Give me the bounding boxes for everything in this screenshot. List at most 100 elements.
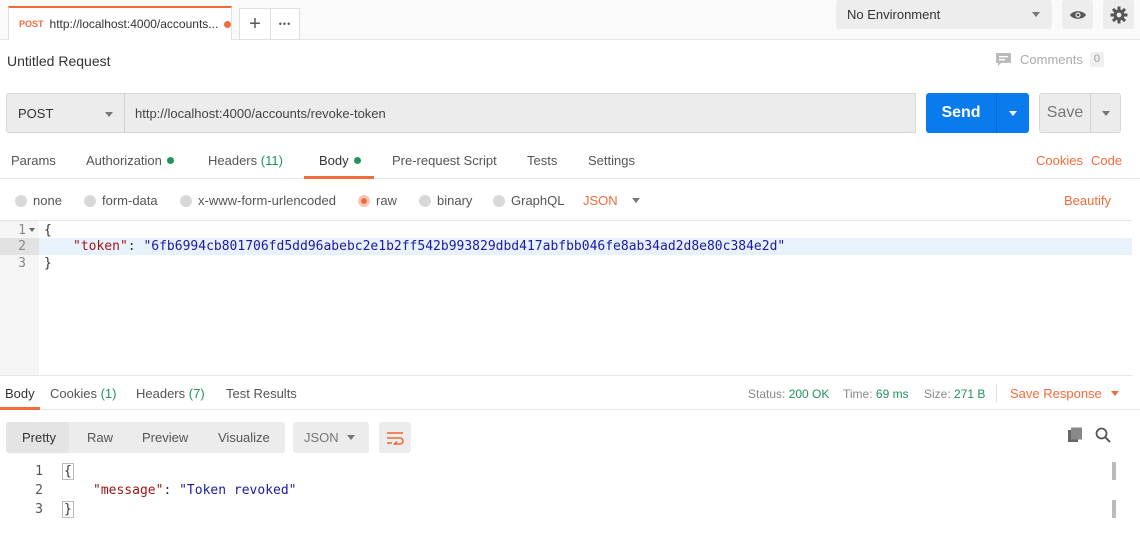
response-tab-cookies[interactable]: Cookies (1): [50, 386, 116, 401]
new-tab-button[interactable]: +: [239, 8, 271, 40]
json-key: "message": [93, 483, 164, 498]
scrollbar-thumb[interactable]: [1112, 500, 1116, 518]
radio-raw-label: raw: [376, 193, 397, 208]
search-button[interactable]: [1095, 427, 1111, 446]
url-value: http://localhost:4000/accounts/revoke-to…: [135, 105, 386, 121]
tab-tests[interactable]: Tests: [527, 153, 557, 168]
line-number: 3: [35, 502, 43, 517]
plus-icon: +: [249, 12, 261, 35]
wrap-lines-button[interactable]: [379, 422, 411, 453]
tab-prerequest-script[interactable]: Pre-request Script: [392, 153, 497, 168]
response-view-mode: Pretty Raw Preview Visualize: [6, 422, 285, 453]
tab-body[interactable]: Body: [319, 153, 361, 168]
comments-button[interactable]: Comments 0: [995, 52, 1104, 67]
send-options-chevron-icon[interactable]: [1009, 110, 1017, 116]
code-text: {: [44, 223, 52, 238]
comment-icon: [996, 53, 1011, 66]
matched-brace: {: [62, 463, 74, 480]
editor-line: 3 }: [0, 255, 1132, 272]
json-value: "6fb6994cb801706fd5dd96abebc2e1b2ff542b9…: [143, 239, 786, 254]
scrollbar-thumb[interactable]: [1112, 462, 1116, 480]
send-label: Send: [941, 104, 981, 121]
radio-graphql-label: GraphQL: [511, 193, 565, 208]
radio-urlencoded-label: x-www-form-urlencoded: [198, 193, 336, 208]
active-response-tab-indicator: [0, 407, 40, 410]
tab-params[interactable]: Params: [11, 153, 56, 168]
response-tab-headers[interactable]: Headers (7): [136, 386, 205, 401]
response-tab-headers-count: (7): [188, 386, 205, 401]
unsaved-dot-icon: [224, 20, 231, 28]
status-value: 200 OK: [788, 387, 830, 401]
json-colon: :: [127, 239, 144, 254]
line-number: 2: [35, 483, 43, 498]
view-preview[interactable]: Preview: [142, 430, 188, 445]
code-text: "message": "Token revoked": [93, 481, 297, 500]
radio-raw[interactable]: raw: [358, 193, 397, 208]
environment-quick-look-button[interactable]: [1062, 0, 1093, 29]
response-tab-body[interactable]: Body: [5, 386, 35, 401]
beautify-link[interactable]: Beautify: [1064, 193, 1111, 208]
fold-arrow-icon[interactable]: [29, 228, 35, 232]
radio-form-data-label: form-data: [102, 193, 158, 208]
more-tabs-button[interactable]: •••: [270, 8, 300, 40]
line-number: 1: [18, 223, 26, 238]
save-button[interactable]: Save: [1039, 93, 1121, 133]
radio-binary[interactable]: binary: [419, 193, 472, 208]
cookies-link[interactable]: Cookies: [1036, 153, 1083, 168]
response-tab-cookies-label: Cookies: [50, 386, 97, 401]
request-tab[interactable]: POST http://localhost:4000/accounts...: [8, 6, 232, 40]
response-body-viewer[interactable]: 1 { 2 "message": "Token revoked" 3 }: [0, 461, 1140, 545]
response-format-select[interactable]: JSON: [293, 422, 369, 453]
code-text: }: [62, 500, 74, 519]
save-response-button[interactable]: Save Response: [1010, 386, 1119, 401]
radio-form-data[interactable]: form-data: [84, 193, 158, 208]
tab-headers[interactable]: Headers (11): [208, 153, 283, 168]
line-number: 2: [0, 238, 39, 255]
tab-authorization-label: Authorization: [86, 153, 162, 168]
line-number: 3: [18, 256, 26, 271]
code-text: }: [44, 256, 52, 271]
response-tab-test-results[interactable]: Test Results: [226, 386, 297, 401]
request-body-editor[interactable]: 1 { 2 "token": "6fb6994cb801706fd5dd96ab…: [0, 220, 1132, 376]
tab-settings[interactable]: Settings: [588, 153, 635, 168]
json-key: "token": [73, 239, 128, 254]
send-divider: [996, 93, 997, 133]
comments-label: Comments: [1020, 52, 1083, 67]
send-button[interactable]: Send: [926, 93, 1029, 133]
method-label: POST: [18, 105, 54, 121]
size-value: 271 B: [954, 387, 986, 401]
radio-none[interactable]: none: [15, 193, 62, 208]
tab-authorization[interactable]: Authorization: [86, 153, 174, 168]
radio-graphql[interactable]: GraphQL: [493, 193, 564, 208]
radio-icon: [15, 194, 27, 207]
active-tab-indicator: [304, 176, 374, 179]
tab-headers-count: (11): [260, 153, 283, 168]
request-title[interactable]: Untitled Request: [7, 53, 111, 69]
environment-select[interactable]: No Environment: [836, 0, 1052, 29]
method-select[interactable]: POST: [6, 93, 125, 133]
manage-environments-button[interactable]: [1103, 0, 1134, 29]
eye-icon: [1069, 10, 1086, 19]
body-format-label: JSON: [583, 193, 618, 208]
gear-icon: [1110, 6, 1127, 23]
view-pretty[interactable]: Pretty: [22, 430, 56, 445]
view-visualize[interactable]: Visualize: [218, 430, 270, 445]
radio-icon: [419, 194, 431, 207]
save-response-label: Save Response: [1010, 386, 1102, 401]
radio-icon: [84, 194, 96, 207]
response-tab-headers-label: Headers: [136, 386, 186, 401]
editor-line: 1 {: [0, 222, 1132, 239]
url-input[interactable]: http://localhost:4000/accounts/revoke-to…: [124, 93, 916, 133]
code-link[interactable]: Code: [1091, 153, 1122, 168]
chevron-down-icon: [1110, 391, 1119, 396]
matched-brace: }: [62, 501, 74, 518]
body-format-select[interactable]: JSON: [583, 193, 640, 208]
radio-urlencoded[interactable]: x-www-form-urlencoded: [180, 193, 336, 208]
radio-none-label: none: [33, 193, 62, 208]
copy-icon: [1068, 427, 1082, 442]
view-raw[interactable]: Raw: [87, 430, 113, 445]
save-options-chevron-icon[interactable]: [1102, 110, 1110, 116]
json-colon: :: [163, 483, 180, 498]
copy-button[interactable]: [1067, 427, 1083, 446]
time-value: 69 ms: [875, 387, 909, 401]
